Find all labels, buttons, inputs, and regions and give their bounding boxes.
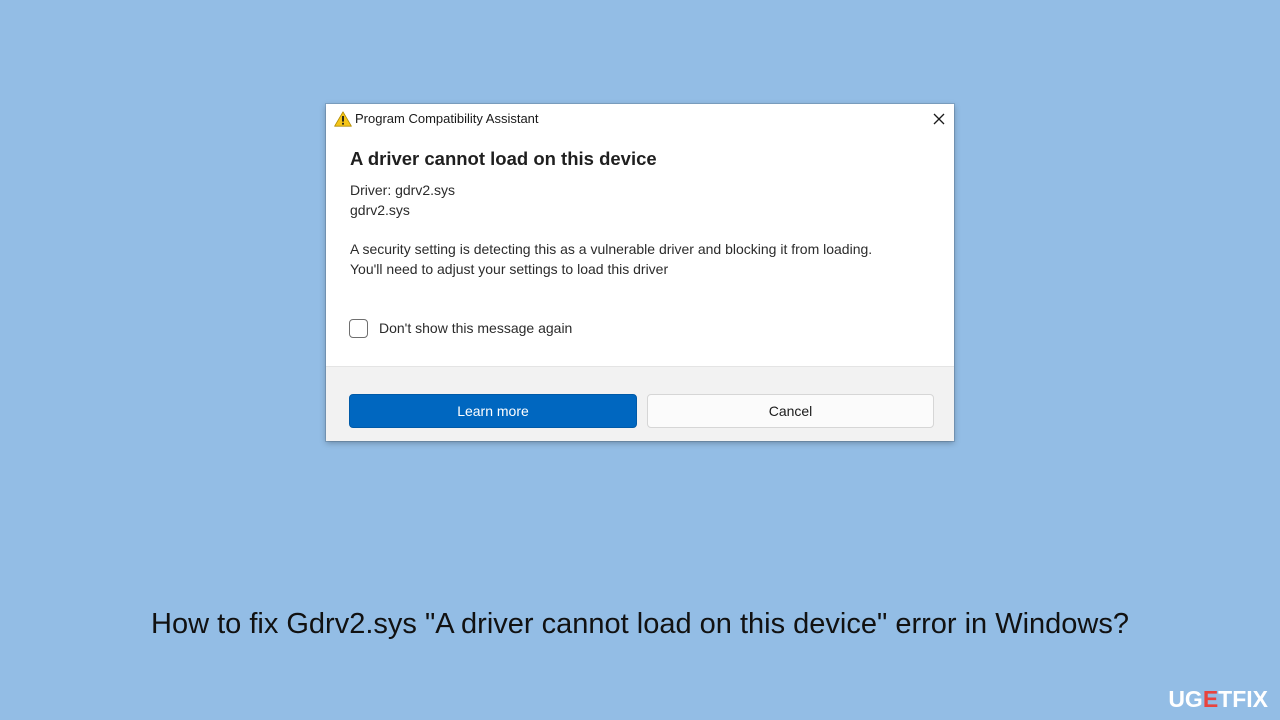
dialog-footer: Learn more Cancel	[326, 366, 954, 441]
driver-file: gdrv2.sys	[350, 202, 410, 218]
close-button[interactable]	[926, 107, 952, 131]
dont-show-again-label[interactable]: Don't show this message again	[379, 320, 572, 336]
learn-more-button[interactable]: Learn more	[349, 394, 637, 428]
article-caption: How to fix Gdrv2.sys "A driver cannot lo…	[151, 608, 1129, 640]
logo-part-2: E	[1202, 686, 1219, 712]
logo-part-1: UG	[1168, 686, 1203, 712]
ugetfix-logo: UGETFIX	[1168, 686, 1268, 713]
driver-label: Driver: gdrv2.sys	[350, 182, 456, 198]
dont-show-again-checkbox[interactable]	[349, 318, 368, 338]
close-icon	[933, 113, 945, 125]
warning-icon	[334, 111, 352, 127]
dialog-title: Program Compatibility Assistant	[355, 111, 539, 126]
message-line-1: A security setting is detecting this as …	[350, 241, 873, 257]
dont-show-again-checkbox-row[interactable]: Don't show this message again	[349, 317, 572, 339]
program-compatibility-dialog: Program Compatibility Assistant A driver…	[325, 103, 955, 442]
cancel-button[interactable]: Cancel	[647, 394, 934, 428]
dialog-titlebar: Program Compatibility Assistant	[326, 104, 954, 134]
dialog-heading: A driver cannot load on this device	[350, 148, 657, 169]
message-line-2: You'll need to adjust your settings to l…	[350, 261, 669, 277]
logo-part-3: TFIX	[1218, 686, 1268, 712]
